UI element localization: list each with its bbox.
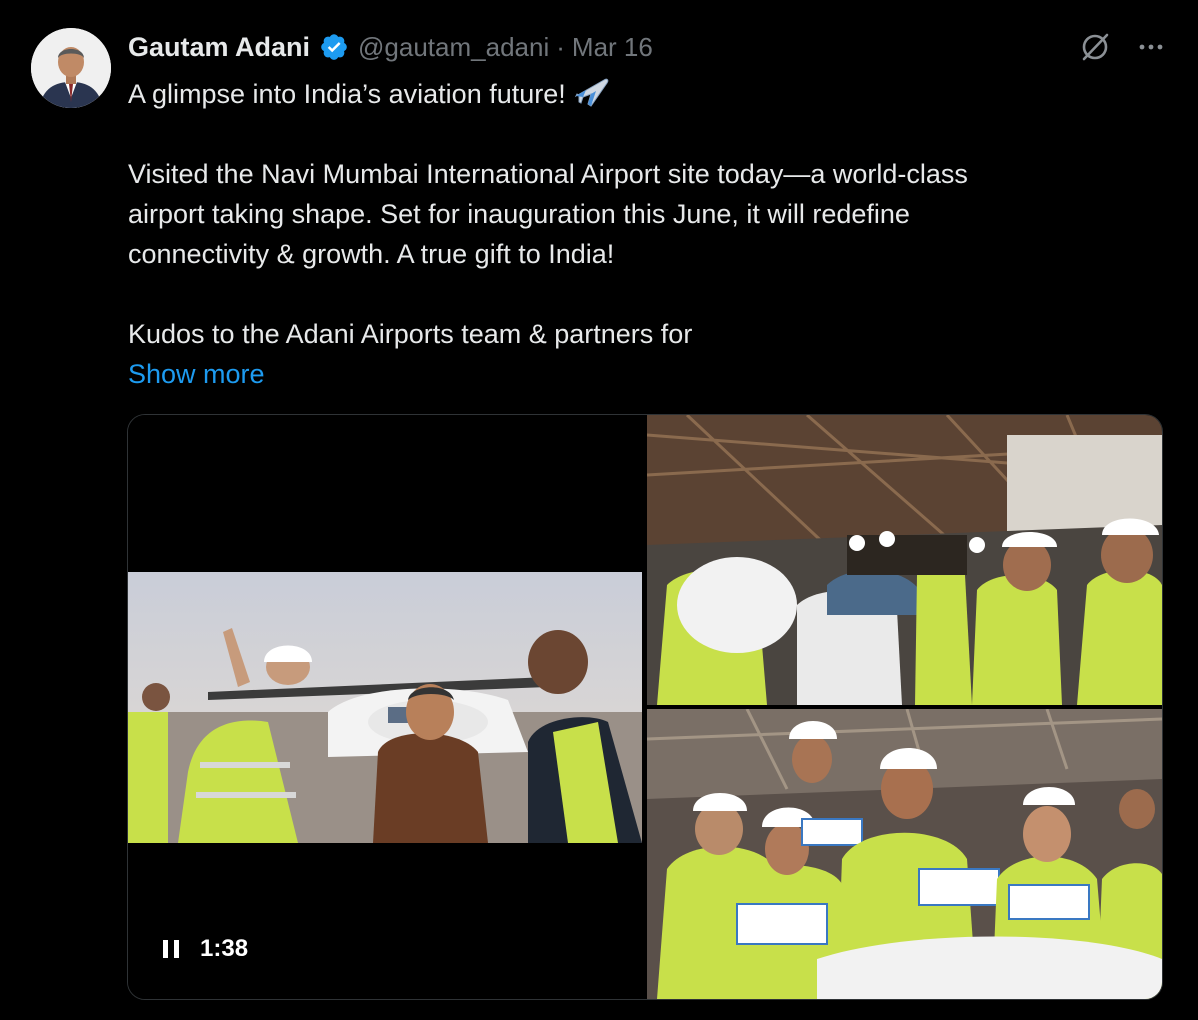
tweet-paragraph-3: Kudos to the Adani Airports team & partn… xyxy=(128,319,693,349)
verified-badge-icon xyxy=(321,34,347,60)
tweet-actions-top xyxy=(1078,30,1166,64)
photo-site-visit[interactable] xyxy=(647,415,1162,705)
photo-site-visit-image xyxy=(647,415,1162,705)
video-player[interactable]: 1:38 xyxy=(128,415,642,999)
header-separator: · xyxy=(556,31,565,62)
tweet: Gautam Adani @gautam_adani · Mar 16 A gl… xyxy=(0,0,1198,1020)
tweet-header: Gautam Adani @gautam_adani · Mar 16 xyxy=(128,30,653,64)
video-duration: 1:38 xyxy=(200,935,249,962)
avatar[interactable] xyxy=(31,28,111,108)
author-name[interactable]: Gautam Adani xyxy=(128,32,310,63)
tweet-text: A glimpse into India’s aviation future! … xyxy=(128,74,1138,394)
author-handle[interactable]: @gautam_adani xyxy=(358,32,549,63)
photo-visitor-passes-image xyxy=(647,709,1162,999)
show-more-link[interactable]: Show more xyxy=(128,354,265,394)
tweet-paragraph-2: Visited the Navi Mumbai International Ai… xyxy=(128,159,968,269)
tweet-headline: A glimpse into India’s aviation future! xyxy=(128,79,566,109)
avatar-image xyxy=(31,28,111,108)
airplane-emoji-icon xyxy=(574,78,609,107)
grok-icon[interactable] xyxy=(1078,30,1112,64)
post-date[interactable]: Mar 16 xyxy=(572,32,653,63)
tweet-line-1: A glimpse into India’s aviation future! xyxy=(128,74,1138,114)
pause-icon[interactable] xyxy=(162,937,182,961)
video-frame xyxy=(128,572,642,843)
more-icon[interactable] xyxy=(1136,32,1166,62)
media-grid: 1:38 xyxy=(127,414,1163,1000)
photo-visitor-passes[interactable] xyxy=(647,709,1162,999)
video-controls: 1:38 xyxy=(162,935,248,963)
